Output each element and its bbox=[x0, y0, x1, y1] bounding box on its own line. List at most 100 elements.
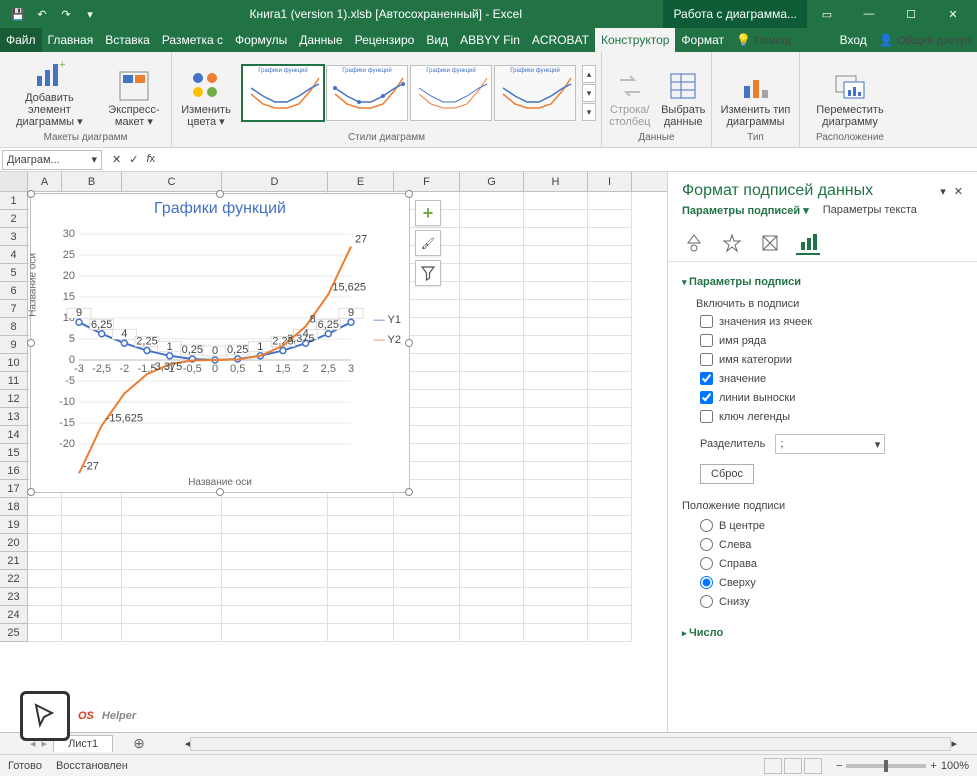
cell[interactable] bbox=[588, 300, 632, 318]
embedded-chart[interactable]: Графики функций -20-15-10-5051015202530-… bbox=[30, 193, 410, 493]
tab-nav-prev-icon[interactable]: ◂ bbox=[30, 737, 36, 750]
undo-icon[interactable]: ↶ bbox=[32, 4, 52, 24]
row-header[interactable]: 18 bbox=[0, 498, 28, 516]
cell[interactable] bbox=[62, 552, 122, 570]
row-header[interactable]: 22 bbox=[0, 570, 28, 588]
cell[interactable] bbox=[524, 480, 588, 498]
cell[interactable] bbox=[62, 588, 122, 606]
cell[interactable] bbox=[28, 534, 62, 552]
cell[interactable] bbox=[328, 588, 394, 606]
cell[interactable] bbox=[460, 336, 524, 354]
change-chart-type-button[interactable]: Изменить тип диаграммы bbox=[716, 58, 795, 128]
cell[interactable] bbox=[28, 552, 62, 570]
cell[interactable] bbox=[460, 480, 524, 498]
row-header[interactable]: 7 bbox=[0, 300, 28, 318]
position-below-radio[interactable] bbox=[700, 595, 713, 608]
save-icon[interactable]: 💾 bbox=[8, 4, 28, 24]
cell[interactable] bbox=[62, 498, 122, 516]
cell[interactable] bbox=[588, 480, 632, 498]
switch-row-column-button[interactable]: Строка/столбец bbox=[606, 58, 654, 128]
cell[interactable] bbox=[524, 534, 588, 552]
pane-dropdown-icon[interactable]: ▾ bbox=[940, 185, 946, 198]
cell[interactable] bbox=[588, 624, 632, 642]
cell[interactable] bbox=[588, 516, 632, 534]
tab-data[interactable]: Данные bbox=[293, 28, 348, 52]
sheet-tab-1[interactable]: Лист1 bbox=[53, 735, 113, 752]
reset-button[interactable]: Сброс bbox=[700, 464, 754, 484]
cell[interactable] bbox=[460, 192, 524, 210]
cell[interactable] bbox=[62, 534, 122, 552]
category-name-checkbox[interactable] bbox=[700, 353, 713, 366]
cell[interactable] bbox=[394, 534, 460, 552]
cell[interactable] bbox=[588, 372, 632, 390]
accept-formula-icon[interactable]: ✓ bbox=[129, 153, 138, 166]
chart-title[interactable]: Графики функций bbox=[31, 194, 409, 224]
cell[interactable] bbox=[28, 606, 62, 624]
add-sheet-button[interactable]: ⊕ bbox=[119, 733, 159, 754]
cell[interactable] bbox=[460, 552, 524, 570]
cell[interactable] bbox=[460, 426, 524, 444]
effects-icon[interactable] bbox=[720, 231, 744, 255]
cell[interactable] bbox=[328, 606, 394, 624]
cell[interactable] bbox=[524, 354, 588, 372]
col-header-G[interactable]: G bbox=[460, 172, 524, 191]
chart-plot-area[interactable]: -20-15-10-5051015202530-3-2,5-2-1,5-1-0,… bbox=[31, 224, 409, 474]
cell[interactable] bbox=[328, 624, 394, 642]
cell[interactable] bbox=[588, 588, 632, 606]
cell[interactable] bbox=[122, 624, 222, 642]
cell[interactable] bbox=[524, 246, 588, 264]
cell[interactable] bbox=[28, 624, 62, 642]
horizontal-scrollbar[interactable] bbox=[190, 737, 951, 751]
cell[interactable] bbox=[524, 408, 588, 426]
cell[interactable] bbox=[524, 462, 588, 480]
position-above-radio[interactable] bbox=[700, 576, 713, 589]
series-name-checkbox[interactable] bbox=[700, 334, 713, 347]
chart-elements-button[interactable]: + bbox=[415, 200, 441, 226]
cell[interactable] bbox=[460, 606, 524, 624]
cell[interactable] bbox=[460, 588, 524, 606]
chart-y-axis-title[interactable]: Название оси bbox=[28, 253, 39, 317]
ribbon-options-icon[interactable]: ▭ bbox=[807, 0, 847, 28]
name-box-dropdown-icon[interactable]: ▾ bbox=[91, 153, 97, 166]
cell[interactable] bbox=[524, 624, 588, 642]
gallery-up-icon[interactable]: ▴ bbox=[582, 65, 596, 83]
leader-lines-checkbox[interactable] bbox=[700, 391, 713, 404]
tab-layout[interactable]: Разметка с bbox=[156, 28, 229, 52]
chart-style-2[interactable]: Графики функций bbox=[326, 65, 408, 121]
cell[interactable] bbox=[588, 534, 632, 552]
zoom-in-icon[interactable]: + bbox=[930, 760, 936, 772]
cell[interactable] bbox=[222, 606, 328, 624]
legend-key-checkbox[interactable] bbox=[700, 410, 713, 423]
tab-acrobat[interactable]: ACROBAT bbox=[526, 28, 595, 52]
cell[interactable] bbox=[460, 534, 524, 552]
chart-style-3[interactable]: Графики функций bbox=[410, 65, 492, 121]
zoom-out-icon[interactable]: − bbox=[836, 760, 842, 772]
cell[interactable] bbox=[588, 444, 632, 462]
chart-x-axis-title[interactable]: Название оси bbox=[31, 477, 409, 488]
cell[interactable] bbox=[394, 498, 460, 516]
fill-line-icon[interactable] bbox=[682, 231, 706, 255]
label-options-icon[interactable] bbox=[796, 231, 820, 255]
cell[interactable] bbox=[588, 192, 632, 210]
cell[interactable] bbox=[524, 228, 588, 246]
cell[interactable] bbox=[328, 552, 394, 570]
cell[interactable] bbox=[28, 516, 62, 534]
row-header[interactable]: 25 bbox=[0, 624, 28, 642]
cell[interactable] bbox=[588, 336, 632, 354]
cell[interactable] bbox=[588, 228, 632, 246]
cells-values-checkbox[interactable] bbox=[700, 315, 713, 328]
select-all-corner[interactable] bbox=[0, 172, 28, 191]
cell[interactable] bbox=[588, 462, 632, 480]
cell[interactable] bbox=[460, 372, 524, 390]
cell[interactable] bbox=[222, 534, 328, 552]
name-box[interactable]: Диаграм...▾ bbox=[2, 150, 102, 170]
cell[interactable] bbox=[460, 624, 524, 642]
cell[interactable] bbox=[524, 372, 588, 390]
cell[interactable] bbox=[524, 192, 588, 210]
gallery-down-icon[interactable]: ▾ bbox=[582, 84, 596, 102]
cell[interactable] bbox=[460, 516, 524, 534]
cell[interactable] bbox=[588, 606, 632, 624]
tab-formulas[interactable]: Формулы bbox=[229, 28, 293, 52]
cell[interactable] bbox=[524, 426, 588, 444]
cell[interactable] bbox=[460, 246, 524, 264]
